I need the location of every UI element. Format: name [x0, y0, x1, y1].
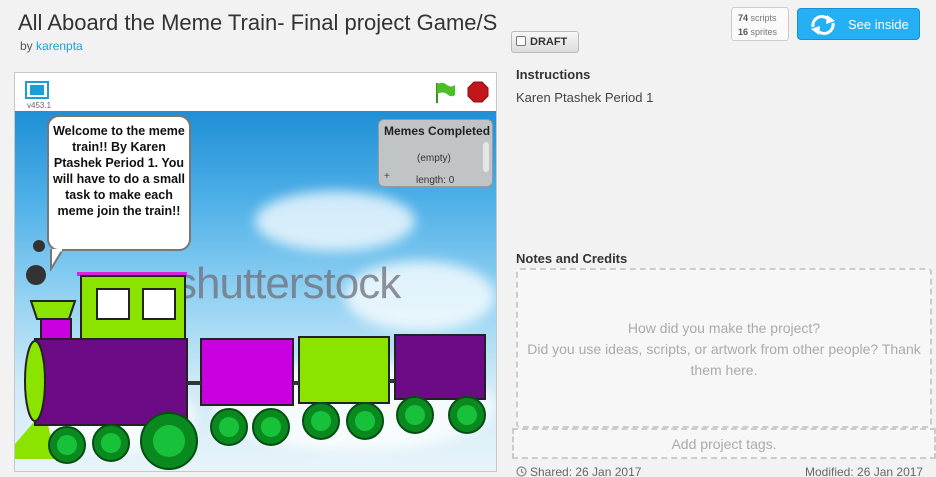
see-inside-button[interactable]: See inside [797, 8, 920, 40]
player-version: v453.1 [27, 101, 52, 110]
notes-placeholder: How did you make the project? Did you us… [527, 320, 921, 378]
list-add-button[interactable]: + [384, 171, 390, 182]
clock-icon [516, 466, 527, 477]
tags-placeholder: Add project tags. [671, 436, 777, 452]
see-inside-label: See inside [848, 17, 909, 32]
speech-bubble: Welcome to the meme train!! By Karen Pta… [47, 115, 191, 251]
draft-toggle[interactable]: DRAFT [511, 31, 579, 53]
modified-date: Modified: 26 Jan 2017 [805, 465, 924, 477]
byline: by karenpta [20, 39, 83, 53]
project-page: All Aboard the Meme Train- Final project… [0, 0, 936, 477]
remix-arrows-icon [811, 15, 835, 35]
green-flag-icon[interactable] [433, 81, 457, 105]
project-player: v453.1 shutterstock Welcome to the meme … [14, 72, 497, 472]
scripts-count: 74 [738, 13, 749, 23]
list-scrollbar[interactable] [483, 142, 489, 172]
by-label: by [20, 39, 33, 53]
list-monitor-title: Memes Completed [384, 124, 491, 138]
project-stats: 74 scripts 16 sprites [731, 7, 789, 41]
draft-label: DRAFT [530, 36, 568, 48]
project-info-panel: Instructions Karen Ptashek Period 1 Note… [510, 62, 936, 477]
shared-date: Shared: 26 Jan 2017 [516, 465, 641, 477]
stop-sign-icon[interactable] [467, 81, 489, 103]
list-monitor-memes-completed[interactable]: Memes Completed (empty) + length: 0 [378, 119, 493, 187]
fullscreen-icon[interactable] [25, 81, 49, 99]
list-length: length: 0 [416, 175, 455, 186]
scripts-label: scripts [750, 13, 777, 23]
instructions-text[interactable]: Karen Ptashek Period 1 [516, 90, 653, 105]
speech-bubble-tail [50, 249, 65, 271]
project-tags-field[interactable]: Add project tags. [512, 428, 936, 459]
project-title[interactable]: All Aboard the Meme Train- Final project… [18, 10, 502, 40]
sprites-count: 16 [738, 27, 749, 37]
player-controls: v453.1 [15, 73, 496, 111]
notes-credits-field[interactable]: How did you make the project? Did you us… [516, 268, 932, 428]
shared-text: Shared: 26 Jan 2017 [530, 465, 642, 477]
draft-checkbox[interactable] [516, 36, 526, 46]
stage[interactable]: shutterstock Welcome to the meme train!!… [15, 111, 496, 471]
sprites-label: sprites [750, 27, 778, 37]
notes-heading: Notes and Credits [516, 251, 628, 266]
list-monitor-empty: (empty) [417, 153, 451, 164]
author-link[interactable]: karenpta [36, 39, 83, 53]
meme-train-sprite[interactable] [15, 231, 496, 471]
instructions-heading: Instructions [516, 67, 591, 82]
